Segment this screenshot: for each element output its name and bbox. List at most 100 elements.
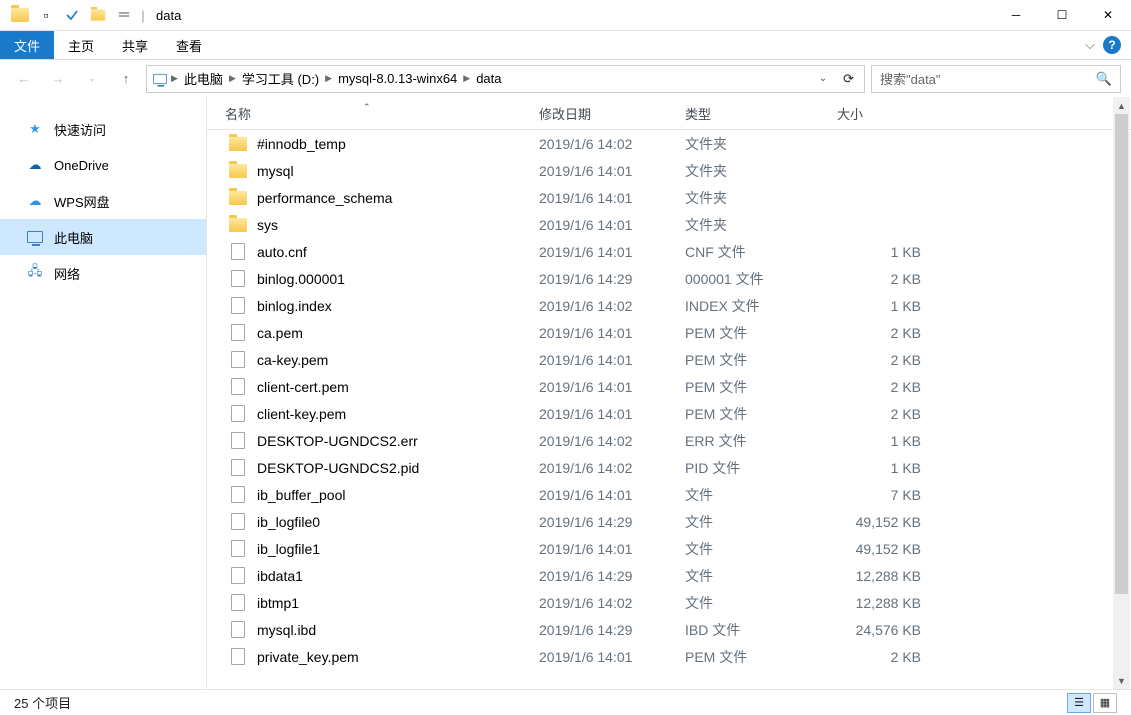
- breadcrumb[interactable]: 学习工具 (D:): [238, 66, 323, 92]
- file-size: 2 KB: [837, 271, 927, 287]
- qat-item-2[interactable]: [86, 3, 110, 27]
- sidebar-item-network[interactable]: 🖧 网络: [0, 255, 206, 291]
- chevron-right-icon[interactable]: ▶: [169, 73, 180, 84]
- column-header-date[interactable]: 修改日期: [539, 104, 685, 123]
- scroll-down-button[interactable]: ▼: [1113, 672, 1130, 689]
- file-date: 2019/1/6 14:02: [539, 136, 685, 152]
- close-button[interactable]: ✕: [1085, 0, 1131, 31]
- table-row[interactable]: client-cert.pem2019/1/6 14:01PEM 文件2 KB: [207, 373, 1131, 400]
- file-date: 2019/1/6 14:29: [539, 622, 685, 638]
- chevron-right-icon[interactable]: ▶: [461, 73, 472, 84]
- file-size: 12,288 KB: [837, 595, 927, 611]
- file-name: ib_logfile1: [257, 541, 320, 557]
- file-icon: [231, 621, 245, 638]
- qat-check-icon[interactable]: [60, 3, 84, 27]
- tab-view[interactable]: 查看: [162, 31, 216, 59]
- status-bar: 25 个项目 ☰ ▦: [0, 689, 1131, 715]
- column-header-size[interactable]: 大小: [837, 104, 927, 123]
- file-size: 2 KB: [837, 379, 927, 395]
- tab-share[interactable]: 共享: [108, 31, 162, 59]
- sidebar-item-quick-access[interactable]: ★ 快速访问: [0, 111, 206, 147]
- table-row[interactable]: binlog.index2019/1/6 14:02INDEX 文件1 KB: [207, 292, 1131, 319]
- file-icon: [231, 297, 245, 314]
- file-date: 2019/1/6 14:02: [539, 298, 685, 314]
- table-row[interactable]: ca.pem2019/1/6 14:01PEM 文件2 KB: [207, 319, 1131, 346]
- table-row[interactable]: DESKTOP-UGNDCS2.pid2019/1/6 14:02PID 文件1…: [207, 454, 1131, 481]
- column-header-type[interactable]: 类型: [685, 104, 837, 123]
- qat-item[interactable]: ▫: [34, 3, 58, 27]
- table-row[interactable]: performance_schema2019/1/6 14:01文件夹: [207, 184, 1131, 211]
- file-name: ca.pem: [257, 325, 303, 341]
- table-row[interactable]: sys2019/1/6 14:01文件夹: [207, 211, 1131, 238]
- file-size: 49,152 KB: [837, 514, 927, 530]
- file-icon: [231, 567, 245, 584]
- file-date: 2019/1/6 14:01: [539, 406, 685, 422]
- titlebar: ▫ ＝ | data ─ ☐ ✕: [0, 0, 1131, 31]
- table-row[interactable]: auto.cnf2019/1/6 14:01CNF 文件1 KB: [207, 238, 1131, 265]
- table-row[interactable]: ib_logfile02019/1/6 14:29文件49,152 KB: [207, 508, 1131, 535]
- file-size: 49,152 KB: [837, 541, 927, 557]
- table-row[interactable]: DESKTOP-UGNDCS2.err2019/1/6 14:02ERR 文件1…: [207, 427, 1131, 454]
- back-button[interactable]: ←: [10, 65, 38, 93]
- file-icon: [231, 459, 245, 476]
- file-size: 1 KB: [837, 244, 927, 260]
- table-row[interactable]: #innodb_temp2019/1/6 14:02文件夹: [207, 130, 1131, 157]
- address-dropdown-icon[interactable]: ⌄: [813, 73, 833, 84]
- table-row[interactable]: ibtmp12019/1/6 14:02文件12,288 KB: [207, 589, 1131, 616]
- column-header-name[interactable]: 名称⌃: [207, 104, 539, 123]
- chevron-right-icon[interactable]: ▶: [227, 73, 238, 84]
- table-row[interactable]: binlog.0000012019/1/6 14:29000001 文件2 KB: [207, 265, 1131, 292]
- table-row[interactable]: private_key.pem2019/1/6 14:01PEM 文件2 KB: [207, 643, 1131, 670]
- address-bar[interactable]: ▶ 此电脑 ▶ 学习工具 (D:) ▶ mysql-8.0.13-winx64 …: [146, 65, 865, 93]
- sidebar-item-label: 网络: [54, 264, 80, 283]
- maximize-button[interactable]: ☐: [1039, 0, 1085, 31]
- table-row[interactable]: ib_buffer_pool2019/1/6 14:01文件7 KB: [207, 481, 1131, 508]
- file-type: 文件: [685, 566, 837, 586]
- sidebar-item-onedrive[interactable]: ☁ OneDrive: [0, 147, 206, 183]
- sidebar-item-this-pc[interactable]: 此电脑: [0, 219, 206, 255]
- search-input[interactable]: 搜索"data" 🔍: [871, 65, 1121, 93]
- forward-button[interactable]: →: [44, 65, 72, 93]
- file-date: 2019/1/6 14:01: [539, 190, 685, 206]
- qat-dropdown-icon[interactable]: ＝: [112, 3, 136, 27]
- help-icon[interactable]: ?: [1103, 36, 1121, 54]
- file-date: 2019/1/6 14:02: [539, 433, 685, 449]
- minimize-button[interactable]: ─: [993, 0, 1039, 31]
- drive-icon: [151, 70, 169, 88]
- chevron-right-icon[interactable]: ▶: [323, 73, 334, 84]
- table-row[interactable]: client-key.pem2019/1/6 14:01PEM 文件2 KB: [207, 400, 1131, 427]
- search-icon[interactable]: 🔍: [1096, 71, 1112, 87]
- file-name: mysql.ibd: [257, 622, 316, 638]
- details-view-button[interactable]: ☰: [1067, 693, 1091, 713]
- table-row[interactable]: mysql2019/1/6 14:01文件夹: [207, 157, 1131, 184]
- table-row[interactable]: mysql.ibd2019/1/6 14:29IBD 文件24,576 KB: [207, 616, 1131, 643]
- table-row[interactable]: ib_logfile12019/1/6 14:01文件49,152 KB: [207, 535, 1131, 562]
- tab-home[interactable]: 主页: [54, 31, 108, 59]
- breadcrumb[interactable]: 此电脑: [180, 66, 227, 92]
- file-date: 2019/1/6 14:01: [539, 649, 685, 665]
- file-name: auto.cnf: [257, 244, 307, 260]
- file-type: 文件夹: [685, 215, 837, 235]
- file-icon: [231, 351, 245, 368]
- cloud-icon: ☁: [26, 192, 44, 210]
- up-button[interactable]: ↑: [112, 65, 140, 93]
- vertical-scrollbar[interactable]: ▲ ▼: [1113, 97, 1130, 689]
- table-row[interactable]: ca-key.pem2019/1/6 14:01PEM 文件2 KB: [207, 346, 1131, 373]
- breadcrumb[interactable]: mysql-8.0.13-winx64: [334, 66, 461, 92]
- refresh-button[interactable]: ⟳: [837, 71, 860, 87]
- network-icon: 🖧: [26, 264, 44, 282]
- scroll-thumb[interactable]: [1115, 114, 1128, 594]
- large-icons-view-button[interactable]: ▦: [1093, 693, 1117, 713]
- ribbon-expand-icon[interactable]: ⌵: [1085, 37, 1095, 53]
- recent-dropdown[interactable]: ⌄: [78, 65, 106, 93]
- file-date: 2019/1/6 14:29: [539, 514, 685, 530]
- scroll-up-button[interactable]: ▲: [1113, 97, 1130, 114]
- breadcrumb[interactable]: data: [472, 66, 505, 92]
- folder-icon[interactable]: [8, 3, 32, 27]
- sidebar-item-wps[interactable]: ☁ WPS网盘: [0, 183, 206, 219]
- file-list[interactable]: #innodb_temp2019/1/6 14:02文件夹mysql2019/1…: [207, 130, 1131, 689]
- table-row[interactable]: ibdata12019/1/6 14:29文件12,288 KB: [207, 562, 1131, 589]
- star-icon: ★: [26, 120, 44, 138]
- tab-file[interactable]: 文件: [0, 31, 54, 59]
- folder-icon: [229, 137, 247, 151]
